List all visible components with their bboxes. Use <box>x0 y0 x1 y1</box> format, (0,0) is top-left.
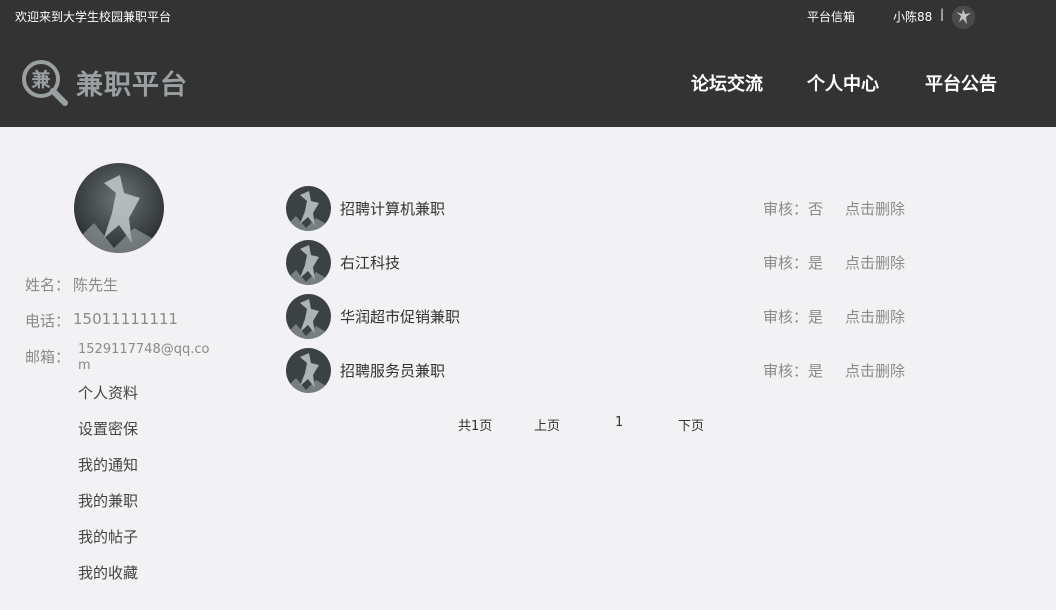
svg-text:兼: 兼 <box>31 68 50 91</box>
welcome-text: 欢迎来到大学生校园兼职平台 <box>15 10 172 24</box>
job-avatar <box>286 294 331 339</box>
delete-link[interactable]: 点击删除 <box>845 198 905 219</box>
header-bar: 欢迎来到大学生校园兼职平台 平台信箱 小陈88 | 兼 兼职平台 论坛交流 个人… <box>0 0 1056 127</box>
job-title[interactable]: 招聘服务员兼职 <box>340 360 445 381</box>
separator: | <box>940 7 945 21</box>
email-label: 邮箱： <box>25 348 71 366</box>
job-avatar <box>286 240 331 285</box>
delete-link[interactable]: 点击删除 <box>845 252 905 273</box>
pagination-total: 共1页 <box>458 419 493 434</box>
job-avatar <box>286 186 331 231</box>
job-avatar <box>286 348 331 393</box>
name-label: 姓名： <box>25 276 71 294</box>
pagination-page-1[interactable]: 1 <box>615 415 623 430</box>
sidebar-item-profile[interactable]: 个人资料 <box>78 382 138 403</box>
delete-link[interactable]: 点击删除 <box>845 360 905 381</box>
nav-forum[interactable]: 论坛交流 <box>691 70 763 96</box>
phone-value: 15011111111 <box>73 310 178 328</box>
sidebar-item-notifications[interactable]: 我的通知 <box>78 454 138 475</box>
phone-label: 电话： <box>25 312 71 330</box>
nav-personal-center[interactable]: 个人中心 <box>807 70 879 96</box>
review-status: 审核：是 <box>763 254 824 272</box>
logo-icon[interactable]: 兼 <box>20 58 68 106</box>
email-value: 1529117748@qq.com <box>78 342 210 373</box>
review-status: 审核：是 <box>763 362 824 380</box>
nav-announcements[interactable]: 平台公告 <box>925 70 997 96</box>
profile-avatar <box>74 163 164 253</box>
pagination-prev-button[interactable]: 上页 <box>534 415 560 434</box>
sidebar-item-my-jobs[interactable]: 我的兼职 <box>78 490 138 511</box>
username-link[interactable]: 小陈88 <box>893 8 932 25</box>
pagination-next-button[interactable]: 下页 <box>678 415 704 434</box>
user-avatar[interactable] <box>952 6 975 29</box>
job-title[interactable]: 右江科技 <box>340 252 400 273</box>
job-title[interactable]: 华润超市促销兼职 <box>340 306 460 327</box>
sidebar-item-favorites[interactable]: 我的收藏 <box>78 562 138 583</box>
job-title[interactable]: 招聘计算机兼职 <box>340 198 445 219</box>
logo-text[interactable]: 兼职平台 <box>76 63 188 102</box>
sidebar-item-security[interactable]: 设置密保 <box>78 418 138 439</box>
review-status: 审核：否 <box>763 200 824 218</box>
delete-link[interactable]: 点击删除 <box>845 306 905 327</box>
name-value: 陈先生 <box>73 276 119 294</box>
sidebar-item-my-posts[interactable]: 我的帖子 <box>78 526 138 547</box>
review-status: 审核：是 <box>763 308 824 326</box>
platform-mailbox-link[interactable]: 平台信箱 <box>807 8 855 25</box>
